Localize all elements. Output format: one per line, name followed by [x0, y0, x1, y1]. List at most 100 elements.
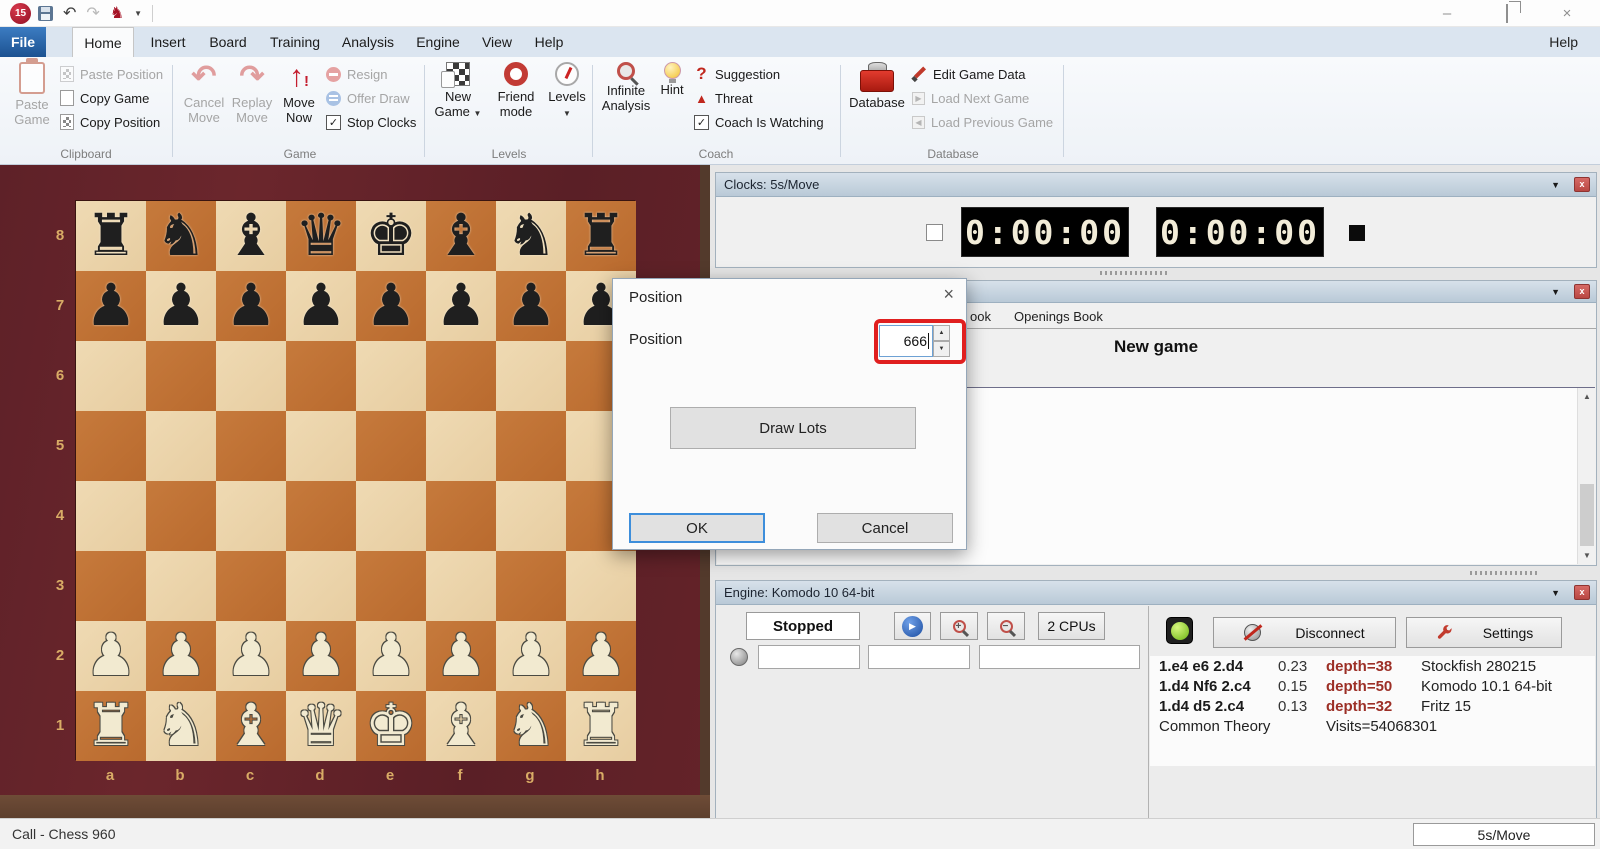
square-a1[interactable]: ♜ [76, 691, 146, 761]
black-knight[interactable]: ♞ [505, 207, 557, 265]
square-e8[interactable]: ♚ [356, 201, 426, 271]
panel-close-icon[interactable]: x [1574, 585, 1590, 600]
paste-position-button[interactable]: Paste Position [60, 63, 163, 85]
tab-help[interactable]: Help [526, 27, 572, 57]
undo-icon[interactable]: ↶ [63, 5, 76, 22]
square-d3[interactable] [286, 551, 356, 621]
notation-scrollbar[interactable]: ▲ ▼ [1577, 388, 1595, 564]
square-c7[interactable]: ♟ [216, 271, 286, 341]
white-pawn[interactable]: ♟ [505, 627, 557, 685]
tab-engine[interactable]: Engine [408, 27, 468, 57]
black-bishop[interactable]: ♝ [435, 207, 487, 265]
suggestion-button[interactable]: ? Suggestion [694, 63, 780, 85]
scroll-down-icon[interactable]: ▼ [1578, 547, 1596, 564]
square-a2[interactable]: ♟ [76, 621, 146, 691]
load-next-game-button[interactable]: ▶ Load Next Game [912, 87, 1029, 109]
panel-menu-caret-icon[interactable]: ▼ [1551, 180, 1560, 190]
draw-lots-button[interactable]: Draw Lots [670, 407, 916, 449]
white-king[interactable]: ♚ [365, 697, 417, 755]
white-pawn[interactable]: ♟ [435, 627, 487, 685]
clock-checkbox[interactable] [926, 224, 943, 241]
square-f4[interactable] [426, 481, 496, 551]
black-pawn[interactable]: ♟ [435, 277, 487, 335]
stop-clocks-checkbox[interactable]: ✓ Stop Clocks [326, 111, 416, 133]
black-knight[interactable]: ♞ [155, 207, 207, 265]
paste-game-button[interactable]: Paste Game [8, 62, 56, 128]
splitter-handle[interactable] [1470, 571, 1540, 575]
square-a3[interactable] [76, 551, 146, 621]
white-knight[interactable]: ♞ [155, 697, 207, 755]
white-queen[interactable]: ♛ [295, 697, 347, 755]
square-f5[interactable] [426, 411, 496, 481]
save-icon[interactable] [38, 6, 53, 21]
black-pawn[interactable]: ♟ [85, 277, 137, 335]
square-g8[interactable]: ♞ [496, 201, 566, 271]
scroll-up-icon[interactable]: ▲ [1578, 388, 1596, 405]
square-h8[interactable]: ♜ [566, 201, 636, 271]
square-c8[interactable]: ♝ [216, 201, 286, 271]
black-pawn[interactable]: ♟ [365, 277, 417, 335]
tab-file[interactable]: File [0, 27, 46, 57]
chess-board[interactable]: ♜ ♞ ♝ ♛ ♚ ♝ ♞ ♜ ♟ ♟ ♟ ♟ ♟ ♟ ♟ ♟ ♟ ♟ ♟ ♟ ♟ ♟ ♟ ♟ ♜ ♞ ♝ ♛ ♚ ♝ ♞ ♜ [75, 200, 636, 761]
black-pawn[interactable]: ♟ [505, 277, 557, 335]
square-e4[interactable] [356, 481, 426, 551]
black-bishop[interactable]: ♝ [225, 207, 277, 265]
engine-line[interactable]: 1.d4 Nf6 2.c4 0.15 depth=50 Komodo 10.1 … [1150, 676, 1595, 696]
white-pawn[interactable]: ♟ [575, 627, 627, 685]
clocks-panel-header[interactable]: Clocks: 5s/Move ▼ x [716, 173, 1596, 197]
square-c5[interactable] [216, 411, 286, 481]
scrollbar-thumb[interactable] [1580, 484, 1594, 546]
square-g6[interactable] [496, 341, 566, 411]
tab-view[interactable]: View [472, 27, 522, 57]
white-bishop[interactable]: ♝ [435, 697, 487, 755]
white-pawn[interactable]: ♟ [155, 627, 207, 685]
database-button[interactable]: Database [848, 62, 906, 111]
square-f6[interactable] [426, 341, 496, 411]
engine-knight-icon[interactable]: ♞ [110, 5, 124, 22]
replay-move-button[interactable]: ↷ Replay Move [228, 62, 276, 126]
panel-menu-caret-icon[interactable]: ▼ [1551, 588, 1560, 598]
zoom-out-button[interactable]: − [987, 612, 1025, 640]
white-pawn[interactable]: ♟ [295, 627, 347, 685]
square-b7[interactable]: ♟ [146, 271, 216, 341]
white-rook[interactable]: ♜ [575, 697, 627, 755]
square-d8[interactable]: ♛ [286, 201, 356, 271]
black-pawn[interactable]: ♟ [225, 277, 277, 335]
white-pawn[interactable]: ♟ [85, 627, 137, 685]
engine-field-3[interactable] [979, 645, 1140, 669]
engine-start-button[interactable]: ▶ [894, 612, 931, 640]
square-f1[interactable]: ♝ [426, 691, 496, 761]
square-f2[interactable]: ♟ [426, 621, 496, 691]
black-rook[interactable]: ♜ [575, 207, 627, 265]
copy-position-button[interactable]: Copy Position [60, 111, 160, 133]
offer-draw-button[interactable]: Offer Draw [326, 87, 410, 109]
square-e7[interactable]: ♟ [356, 271, 426, 341]
help-link[interactable]: Help [1549, 27, 1578, 57]
square-c4[interactable] [216, 481, 286, 551]
square-b1[interactable]: ♞ [146, 691, 216, 761]
square-b2[interactable]: ♟ [146, 621, 216, 691]
square-e5[interactable] [356, 411, 426, 481]
panel-close-icon[interactable]: x [1574, 177, 1590, 192]
square-b8[interactable]: ♞ [146, 201, 216, 271]
square-g3[interactable] [496, 551, 566, 621]
square-a5[interactable] [76, 411, 146, 481]
square-a7[interactable]: ♟ [76, 271, 146, 341]
tab-training[interactable]: Training [262, 27, 328, 57]
move-now-button[interactable]: ↑! Move Now [276, 62, 322, 126]
square-e3[interactable] [356, 551, 426, 621]
load-previous-game-button[interactable]: ◀ Load Previous Game [912, 111, 1053, 133]
splitter-handle[interactable] [1100, 271, 1170, 275]
friend-mode-button[interactable]: Friend mode [490, 62, 542, 120]
black-pawn[interactable]: ♟ [295, 277, 347, 335]
square-b5[interactable] [146, 411, 216, 481]
engine-panel-header[interactable]: Engine: Komodo 10 64-bit ▼ x [716, 581, 1596, 605]
disconnect-button[interactable]: Disconnect [1213, 617, 1396, 648]
square-c2[interactable]: ♟ [216, 621, 286, 691]
square-h1[interactable]: ♜ [566, 691, 636, 761]
threat-button[interactable]: ▲ Threat [694, 87, 753, 109]
square-a8[interactable]: ♜ [76, 201, 146, 271]
zoom-in-button[interactable]: + [940, 612, 978, 640]
square-c1[interactable]: ♝ [216, 691, 286, 761]
new-game-button[interactable]: New Game ▼ [432, 62, 484, 120]
